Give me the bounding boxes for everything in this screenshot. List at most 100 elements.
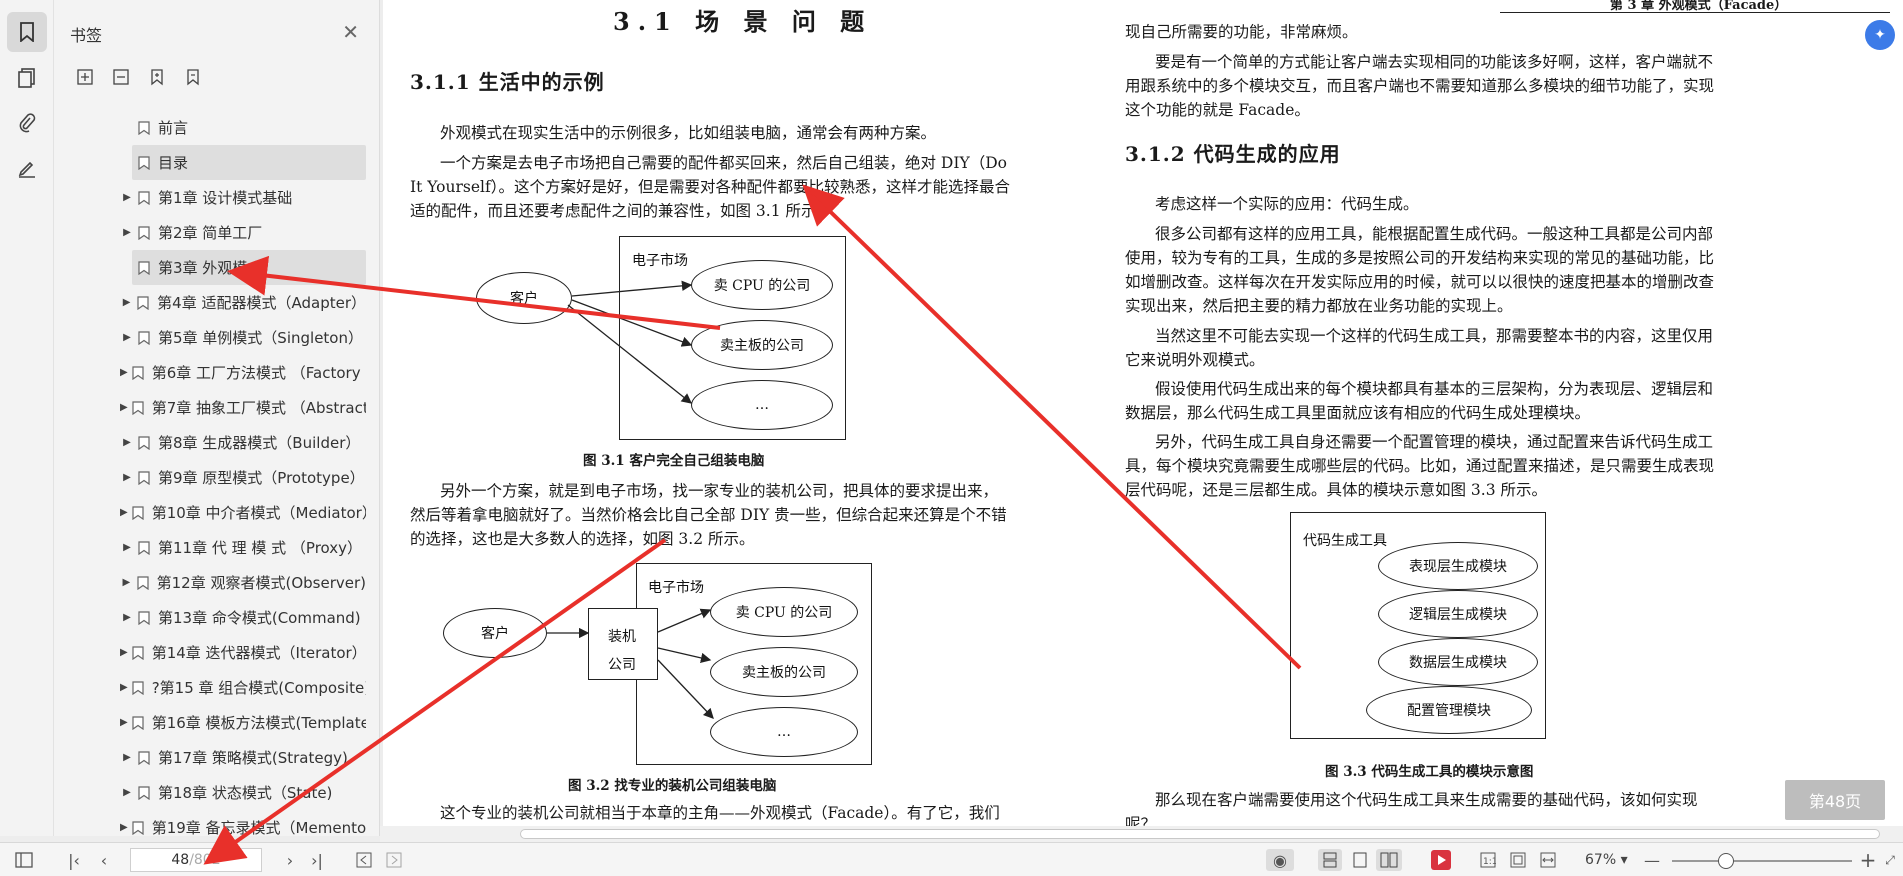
paragraph: 用跟系统中的多个模块交互，而且客户端也不需要知道那么多模块的细节功能了，实现 [1125, 77, 1715, 95]
bookmark-item[interactable]: ▶ 第14章 迭代器模式（Iterator） [66, 635, 366, 670]
module-node: 配置管理模块 [1366, 686, 1532, 734]
bookmark-item[interactable]: ▶ 第1章 设计模式基础 [66, 180, 366, 215]
bookmark-item[interactable]: ▶ 第4章 适配器模式（Adapter） [66, 285, 366, 320]
bookmark-item[interactable]: ▶ 第3章 外观模式 [132, 250, 366, 285]
collapse-all-icon[interactable] [110, 66, 132, 88]
expand-arrow-icon[interactable]: ▶ [120, 822, 128, 833]
expand-all-icon[interactable] [74, 66, 96, 88]
bookmark-label: 目录 [158, 154, 189, 172]
page-number-input[interactable]: 48/802 [130, 848, 262, 872]
expand-arrow-icon[interactable]: ▶ [120, 227, 134, 238]
zoom-slider[interactable] [1672, 860, 1852, 862]
expand-arrow-icon[interactable]: ▶ [120, 612, 134, 623]
continuous-page-icon[interactable] [1348, 849, 1372, 871]
bookmark-flag-icon [138, 260, 150, 275]
document-view[interactable]: 3.1 场 景 问 题 3.1.1 生活中的示例 外观模式在现实生活中的示例很多… [380, 0, 1903, 826]
page-total: /802 [189, 852, 221, 868]
expand-arrow-icon[interactable]: ▶ [120, 787, 134, 798]
bookmark-item[interactable]: ▶ 第2章 简单工厂 [66, 215, 366, 250]
bookmark-item[interactable]: ▶ 第19章 备忘录模式（Memento) [66, 810, 366, 845]
zoom-level[interactable]: 67% ▾ [1585, 852, 1628, 868]
panel-title: 书签 [70, 26, 103, 45]
bookmark-item[interactable]: ▶ 第6章 工厂方法模式 （Factory Meth [66, 355, 366, 390]
bookmark-item[interactable]: ▶ 第18章 状态模式（State) [66, 775, 366, 810]
bookmark-flag-icon [138, 540, 150, 555]
expand-arrow-icon[interactable]: ▶ [120, 192, 134, 203]
bookmark-label: 第19章 备忘录模式（Memento) [151, 819, 366, 837]
expand-arrow-icon[interactable]: ▶ [120, 577, 133, 588]
thumbnail-rail-icon[interactable] [7, 58, 47, 98]
bookmark-flag-icon [132, 820, 144, 835]
bookmark-item[interactable]: ▶ 第16章 模板方法模式(Template Met [66, 705, 366, 740]
running-head-rule [1500, 12, 1890, 13]
expand-arrow-icon[interactable]: ▶ [120, 332, 134, 343]
expand-icon[interactable]: ⤢ [1882, 849, 1898, 871]
forward-icon[interactable] [382, 849, 406, 871]
paragraph: 如增删改查。这样每次在开发实际应用的时候，就可以以很快的速度把基本的增删改查 [1125, 273, 1715, 291]
first-page-icon[interactable]: |‹ [62, 849, 86, 871]
figure-caption: 图 3.3 代码生成工具的模块示意图 [1325, 764, 1534, 780]
expand-arrow-icon[interactable]: ▶ [120, 402, 128, 413]
bookmark-item[interactable]: ▶ 第10章 中介者模式（Mediator） [66, 495, 366, 530]
expand-arrow-icon[interactable]: ▶ [120, 367, 128, 378]
actual-size-icon[interactable]: 1:1 [1476, 849, 1500, 871]
bookmark-label: 第7章 抽象工厂模式 （Abstract Fact [151, 399, 366, 417]
prev-page-icon[interactable]: ‹ [92, 849, 116, 871]
bookmark-item[interactable]: ▶ 第11章 代 理 模 式 （Proxy） [66, 530, 366, 565]
assistant-icon[interactable]: ✦ [1865, 20, 1895, 50]
expand-arrow-icon[interactable]: ▶ [120, 682, 128, 693]
paragraph: 具，每个模块究竟需要生成哪些层的代码。比如，通过配置来描述，是只需要生成表现 [1125, 457, 1715, 475]
bookmark-item[interactable]: ▶ 第12章 观察者模式(Observer) [66, 565, 366, 600]
bookmark-item[interactable]: ▶前言 [66, 110, 366, 145]
horizontal-scrollbar[interactable] [380, 826, 1903, 842]
bookmark-flag-icon [132, 715, 144, 730]
fit-width-icon[interactable] [1536, 849, 1560, 871]
bookmark-label: 第18章 状态模式（State) [158, 784, 333, 802]
single-page-icon[interactable] [1318, 849, 1342, 871]
eye-protection-icon[interactable]: ◉ [1266, 849, 1294, 871]
zoom-value: 67% [1585, 852, 1617, 868]
expand-arrow-icon[interactable]: ▶ [120, 752, 134, 763]
pdf-reader-window: 书签 ✕ ▶前言▶目录▶第1章 设计模式基础▶第2章 简单工厂▶第3章 外观模式… [0, 0, 1903, 876]
bookmark-label: 第17章 策略模式(Strategy) [158, 749, 348, 767]
expand-arrow-icon[interactable]: ▶ [120, 647, 128, 658]
fit-page-icon[interactable] [1506, 849, 1530, 871]
scrollbar-thumb[interactable] [520, 829, 1880, 839]
expand-arrow-icon[interactable]: ▶ [120, 472, 134, 483]
bookmark-item[interactable]: ▶ 第7章 抽象工厂模式 （Abstract Fact [66, 390, 366, 425]
bookmark-item[interactable]: ▶ 第13章 命令模式(Command) [66, 600, 366, 635]
next-page-icon[interactable]: › [278, 849, 302, 871]
bookmark-rail-icon[interactable] [7, 12, 47, 52]
expand-arrow-icon[interactable]: ▶ [120, 297, 133, 308]
bookmark-flag-icon [132, 680, 144, 695]
signature-rail-icon[interactable] [7, 148, 47, 188]
paragraph: 层代码呢，还是三层都生成。具体的模块示意如图 3.3 所示。 [1125, 481, 1548, 499]
paragraph: 这个专业的装机公司就相当于本章的主角——外观模式（Facade）。有了它，我们 [440, 804, 1000, 822]
expand-arrow-icon[interactable]: ▶ [120, 507, 128, 518]
bookmark-item[interactable]: ▶目录 [132, 145, 366, 180]
paragraph: 这个功能的就是 Facade。 [1125, 101, 1310, 119]
zoom-in-icon[interactable]: + [1858, 848, 1878, 872]
expand-arrow-icon[interactable]: ▶ [120, 542, 134, 553]
last-page-icon[interactable]: ›| [305, 849, 329, 871]
two-page-icon[interactable] [1376, 849, 1402, 871]
bookmark-flag-icon [138, 750, 150, 765]
zoom-out-icon[interactable]: — [1642, 849, 1662, 871]
attachment-rail-icon[interactable] [7, 103, 47, 143]
expand-arrow-icon[interactable]: ▶ [120, 717, 128, 728]
bookmark-item[interactable]: ▶ 第17章 策略模式(Strategy) [66, 740, 366, 775]
back-icon[interactable] [352, 849, 376, 871]
bookmark-item[interactable]: ▶ 第9章 原型模式（Prototype） [66, 460, 366, 495]
delete-bookmark-icon[interactable] [182, 66, 204, 88]
bookmark-item[interactable]: ▶ 第8章 生成器模式（Builder） [66, 425, 366, 460]
add-bookmark-icon[interactable] [146, 66, 168, 88]
bookmark-flag-icon [137, 575, 149, 590]
bookmark-item[interactable]: ▶ ?第15 章 组合模式(Composite) [66, 670, 366, 705]
expand-arrow-icon[interactable]: ▶ [132, 262, 134, 273]
sidebar-toggle-icon[interactable] [12, 849, 36, 871]
play-icon[interactable] [1428, 849, 1454, 871]
zoom-slider-knob[interactable] [1718, 853, 1734, 869]
expand-arrow-icon[interactable]: ▶ [120, 437, 134, 448]
bookmark-item[interactable]: ▶ 第5章 单例模式（Singleton） [66, 320, 366, 355]
close-icon[interactable]: ✕ [342, 22, 359, 42]
